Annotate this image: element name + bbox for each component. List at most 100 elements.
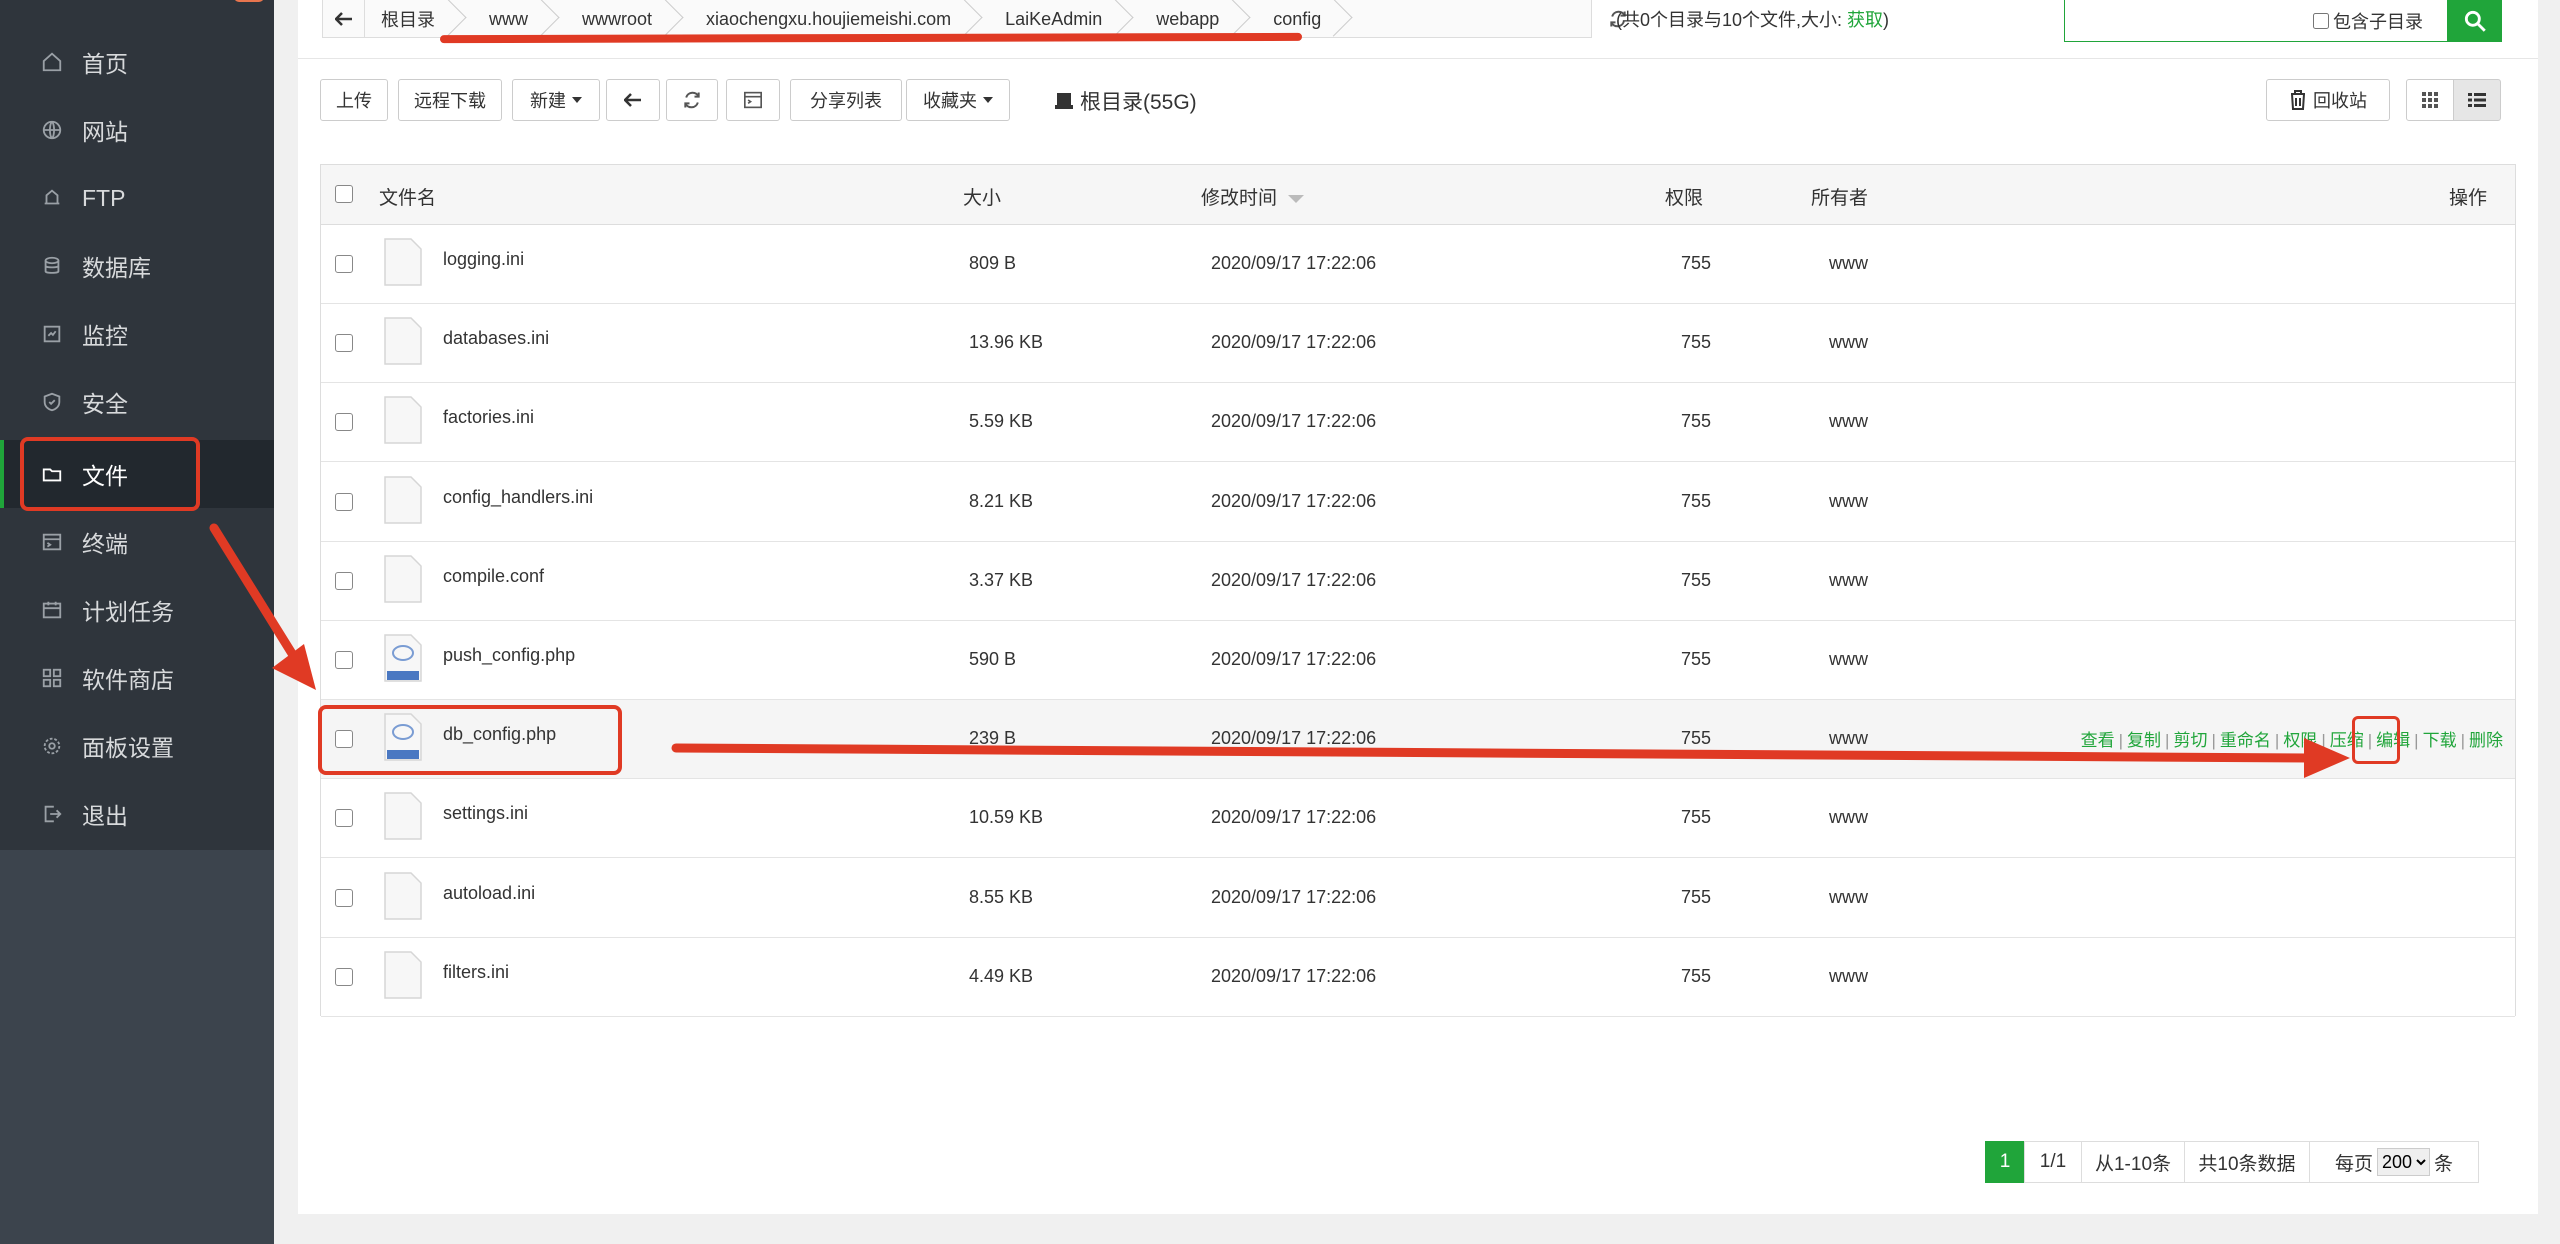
search-input[interactable]: 包含子目录 [2064, 0, 2448, 42]
file-owner: www [1829, 807, 1868, 828]
row-checkbox[interactable] [335, 809, 353, 828]
row-action-3[interactable]: 重命名 [2220, 731, 2271, 750]
per-page-select[interactable]: 200 [2377, 1148, 2430, 1176]
sidebar-item-label: 软件商店 [82, 667, 174, 693]
row-checkbox[interactable] [335, 255, 353, 273]
table-row[interactable]: autoload.ini 8.55 KB 2020/09/17 17:22:06 75… [321, 858, 2515, 938]
row-action-8[interactable]: 删除 [2469, 731, 2503, 750]
get-size-link[interactable]: 获取 [1847, 10, 1883, 30]
table-row[interactable]: settings.ini 10.59 KB 2020/09/17 17:22:06 7… [321, 779, 2515, 859]
sidebar-item-monitor[interactable]: 监控 [0, 300, 274, 368]
file-name[interactable]: config_handlers.ini [443, 487, 593, 508]
page-count: 1/1 [2024, 1141, 2082, 1183]
column-header-owner[interactable]: 所有者 [1811, 183, 1868, 210]
back-dir-button[interactable] [606, 79, 660, 121]
row-action-7[interactable]: 下载 [2423, 731, 2457, 750]
table-row[interactable]: compile.conf 3.37 KB 2020/09/17 17:22:06 75… [321, 541, 2515, 621]
file-perm[interactable]: 755 [1681, 728, 1711, 749]
file-name[interactable]: compile.conf [443, 566, 544, 587]
row-action-0[interactable]: 查看 [2081, 731, 2115, 750]
file-perm[interactable]: 755 [1681, 570, 1711, 591]
breadcrumb-item[interactable]: wwwroot [556, 0, 680, 38]
row-action-2[interactable]: 剪切 [2173, 731, 2207, 750]
breadcrumb-item[interactable]: xiaochengxu.houjiemeishi.com [680, 0, 979, 38]
sidebar-item-ftp[interactable]: FTP [0, 164, 274, 232]
file-owner: www [1829, 649, 1868, 669]
file-name[interactable]: logging.ini [443, 249, 524, 270]
search-button[interactable] [2448, 0, 2502, 42]
separator: | [2321, 731, 2326, 751]
file-name[interactable]: factories.ini [443, 407, 534, 428]
upload-button[interactable]: 上传 [320, 79, 388, 121]
file-icon [383, 475, 423, 525]
share-list-button[interactable]: 分享列表 [790, 79, 902, 121]
file-size: 5.59 KB [969, 411, 1034, 432]
grid-view-button[interactable] [2406, 79, 2454, 121]
table-row[interactable]: databases.ini 13.96 KB 2020/09/17 17:22:06… [321, 304, 2515, 384]
file-name[interactable]: databases.ini [443, 328, 549, 349]
file-perm[interactable]: 755 [1681, 966, 1711, 987]
remote-download-button[interactable]: 远程下载 [398, 79, 502, 121]
row-checkbox[interactable] [335, 413, 353, 432]
recycle-bin-button[interactable]: 回收站 [2266, 79, 2390, 121]
sidebar-item-app-store[interactable]: 软件商店 [0, 644, 274, 712]
sidebar-item-website[interactable]: 网站 [0, 96, 274, 164]
row-action-1[interactable]: 复制 [2127, 731, 2161, 750]
database-icon [40, 254, 64, 278]
column-header-mtime[interactable]: 修改时间 [1201, 183, 1305, 210]
row-action-4[interactable]: 权限 [2283, 731, 2317, 750]
file-table: 文件名 大小 修改时间 权限 所有者 操作 logging.ini 809 B 20… [320, 164, 2516, 1017]
file-name[interactable]: push_config.php [443, 645, 575, 666]
sidebar-item-cron[interactable]: 计划任务 [0, 576, 274, 644]
include-subdir-option[interactable]: 包含子目录 [2313, 8, 2423, 34]
include-subdir-checkbox[interactable] [2313, 13, 2329, 29]
file-perm[interactable]: 755 [1681, 649, 1711, 670]
breadcrumb-item[interactable]: LaiKeAdmin [979, 0, 1130, 38]
file-perm[interactable]: 755 [1681, 491, 1711, 512]
list-view-button[interactable] [2453, 79, 2501, 121]
file-perm[interactable]: 755 [1681, 332, 1711, 353]
terminal-button[interactable] [726, 79, 780, 121]
favorites-dropdown-button[interactable]: 收藏夹 [906, 79, 1010, 121]
breadcrumb-item[interactable]: www [463, 0, 556, 38]
file-size: 8.21 KB [969, 490, 1034, 511]
file-perm[interactable]: 755 [1681, 887, 1711, 908]
file-perm[interactable]: 755 [1681, 807, 1711, 828]
table-row[interactable]: push_config.php 590 B 2020/09/17 17:22:06 7… [321, 621, 2515, 700]
row-checkbox[interactable] [335, 651, 353, 669]
file-name[interactable]: autoload.ini [443, 883, 535, 904]
row-checkbox[interactable] [335, 571, 353, 590]
row-checkbox[interactable] [335, 967, 353, 986]
breadcrumb-item[interactable]: 根目录 [365, 0, 463, 38]
column-header-size[interactable]: 大小 [963, 183, 1001, 210]
new-dropdown-button[interactable]: 新建 [512, 79, 600, 121]
separator: | [2211, 731, 2216, 751]
sidebar-item-label: FTP [82, 184, 126, 211]
table-row[interactable]: db_config.php 239 B 2020/09/17 17:22:06 755… [321, 700, 2515, 780]
row-checkbox[interactable] [335, 334, 353, 353]
refresh-button[interactable] [666, 79, 718, 121]
column-header-perm[interactable]: 权限 [1665, 183, 1703, 210]
total-count: 共10条数据 [2184, 1141, 2310, 1183]
file-name[interactable]: filters.ini [443, 962, 509, 983]
row-checkbox[interactable] [335, 888, 353, 907]
table-row[interactable]: logging.ini 809 B 2020/09/17 17:22:06 755 ww… [321, 225, 2515, 304]
page-1-button[interactable]: 1 [1985, 1141, 2025, 1183]
sidebar-item-security[interactable]: 安全 [0, 368, 274, 436]
sidebar-item-terminal[interactable]: 终端 [0, 508, 274, 576]
column-header-name[interactable]: 文件名 [379, 183, 436, 210]
file-name[interactable]: settings.ini [443, 803, 528, 824]
sidebar-item-database[interactable]: 数据库 [0, 232, 274, 300]
back-button[interactable] [323, 0, 365, 38]
table-row[interactable]: factories.ini 5.59 KB 2020/09/17 17:22:06 7… [321, 383, 2515, 463]
sidebar-item-panel-settings[interactable]: 面板设置 [0, 712, 274, 780]
sidebar-item-logout[interactable]: 退出 [0, 780, 274, 848]
file-perm[interactable]: 755 [1681, 253, 1711, 274]
sidebar-item-home[interactable]: 首页 [0, 28, 274, 96]
file-perm[interactable]: 755 [1681, 411, 1711, 432]
table-row[interactable]: filters.ini 4.49 KB 2020/09/17 17:22:06 755… [321, 937, 2515, 1017]
search-icon [2464, 10, 2486, 32]
select-all-checkbox[interactable] [335, 185, 353, 203]
row-checkbox[interactable] [335, 492, 353, 511]
table-row[interactable]: config_handlers.ini 8.21 KB 2020/09/17 17:… [321, 462, 2515, 542]
